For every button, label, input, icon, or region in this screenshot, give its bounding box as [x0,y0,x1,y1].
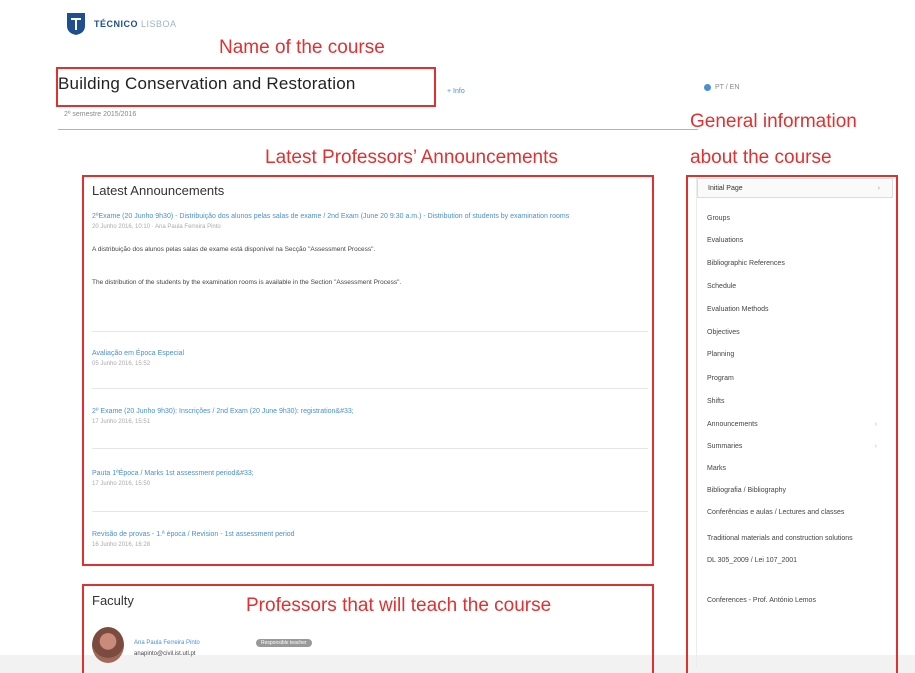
announcement-main: 2ºExame (20 Junho 9h30) - Distribuição d… [92,212,648,286]
announcement-title-link[interactable]: 2ºExame (20 Junho 9h30) - Distribuição d… [92,212,648,221]
announcement-separator [92,331,648,332]
chevron-right-icon: › [874,443,877,450]
annotation-box-faculty [82,584,654,673]
logo-text-light: LISBOA [141,19,177,29]
faculty-heading: Faculty [92,593,134,608]
sidebar-item[interactable]: Summaries › [707,442,883,451]
sidebar-item[interactable]: Evaluations [707,236,883,245]
sidebar-item-label: Groups [707,215,730,222]
semester-label: 2º semestre 2015/2016 [64,111,137,118]
avatar [92,627,124,663]
sidebar-item-label: DL 305_2009 / Lei 107_2001 [707,557,798,564]
announcement-item-date: 17 Junho 2016, 15:50 [92,481,151,487]
announcement-item-date: 16 Junho 2016, 16:28 [92,542,151,548]
annotation-label-course-name: Name of the course [219,37,385,58]
annotation-label-general-info-1: General information [690,111,857,132]
announcement-item-date: 05 Junho 2016, 15:52 [92,361,151,367]
logo-text-strong: TÉCNICO [94,19,138,29]
announcement-item-date: 17 Junho 2016, 15:51 [92,419,151,425]
announcement-body-pt: A distribuição dos alunos pelas salas de… [92,246,376,253]
sidebar-item[interactable]: Planning [707,350,883,359]
sidebar-item[interactable]: Shifts [707,397,883,406]
sidebar-item-label: Evaluations [707,237,744,244]
sidebar-item[interactable]: Bibliografia / Bibliography [707,486,883,495]
announcement-item-link[interactable]: Pauta 1ªÉpoca / Marks 1st assessment per… [92,469,648,478]
sidebar-item[interactable]: Marks [707,464,883,473]
sidebar-item-label: Conferences - Prof. António Lemos [707,597,816,604]
sidebar-item-label: Traditional materials and construction s… [707,535,853,542]
course-sidebar: Initial Page › Groups Evaluations Bibliogr… [696,178,893,668]
announcement-item: Revisão de provas - 1.ª época / Revision… [92,530,648,548]
announcement-item-link[interactable]: 2º Exame (20 Junho 9h30): Inscrições / 2… [92,407,648,416]
sidebar-item-label: Schedule [707,283,737,290]
announcement-meta: 20 Junho 2016, 10:10 · Ana Paula Ferreir… [92,224,221,230]
sidebar-item[interactable]: Announcements › [707,420,883,429]
announcements-heading: Latest Announcements [92,183,225,198]
announcement-body-en: The distribution of the students by the … [92,279,402,286]
sidebar-item-label: Shifts [707,398,725,405]
sidebar-item[interactable]: Evaluation Methods [707,305,883,314]
announcement-item: Avaliação em Época Especial 05 Junho 201… [92,349,648,367]
announcement-item: Pauta 1ªÉpoca / Marks 1st assessment per… [92,469,648,487]
shield-icon [67,13,85,35]
globe-icon [704,84,711,91]
sidebar-item-initial-page[interactable]: Initial Page › [697,178,893,198]
announcement-item-link[interactable]: Revisão de provas - 1.ª época / Revision… [92,530,648,539]
sidebar-item-label: Announcements [707,421,758,428]
sidebar-item[interactable]: Traditional materials and construction s… [707,534,883,543]
chevron-right-icon: › [874,421,877,428]
sidebar-item[interactable]: Conferences - Prof. António Lemos [707,596,883,605]
annotation-label-announcements: Latest Professors’ Announcements [265,147,558,168]
sidebar-item-label: Conferências e aulas / Lectures and clas… [707,509,845,516]
sidebar-item[interactable]: Conferências e aulas / Lectures and clas… [707,508,883,517]
professor-email: anapinto@civil.ist.utl.pt [134,651,196,657]
sidebar-item-label: Bibliographic References [707,260,785,267]
annotation-box-course-name [56,67,436,107]
sidebar-item-label: Marks [707,465,727,472]
header-divider [58,129,698,130]
sidebar-item[interactable]: Groups [707,214,883,223]
announcement-separator [92,511,648,512]
announcement-item: 2º Exame (20 Junho 9h30): Inscrições / 2… [92,407,648,425]
language-label: PT / EN [715,84,740,91]
annotation-label-general-info-2: about the course [690,147,832,168]
institution-logo[interactable]: TÉCNICO LISBOA [66,12,177,36]
sidebar-item[interactable]: Objectives [707,328,883,337]
sidebar-item-label: Evaluation Methods [707,306,769,313]
professor-role-badge: Responsible teacher [256,639,312,647]
sidebar-item-label: Summaries [707,443,743,450]
announcement-separator [92,388,648,389]
sidebar-item[interactable]: Program [707,374,883,383]
sidebar-item-label: Initial Page [708,185,743,192]
logo-text: TÉCNICO LISBOA [94,19,177,29]
sidebar-item-label: Bibliografia / Bibliography [707,487,786,494]
announcement-item-link[interactable]: Avaliação em Época Especial [92,349,648,358]
sidebar-item-label: Program [707,375,734,382]
announcement-separator [92,448,648,449]
language-switcher[interactable]: PT / EN [704,84,739,91]
sidebar-item-label: Objectives [707,329,740,336]
professor-name-link[interactable]: Ana Paula Ferreira Pinto [134,640,200,646]
sidebar-item[interactable]: Bibliographic References [707,259,883,268]
chevron-right-icon: › [877,185,880,192]
sidebar-item[interactable]: DL 305_2009 / Lei 107_2001 [707,556,883,565]
more-info-link[interactable]: + Info [447,88,465,95]
sidebar-item[interactable]: Schedule [707,282,883,291]
sidebar-item-label: Planning [707,351,735,358]
